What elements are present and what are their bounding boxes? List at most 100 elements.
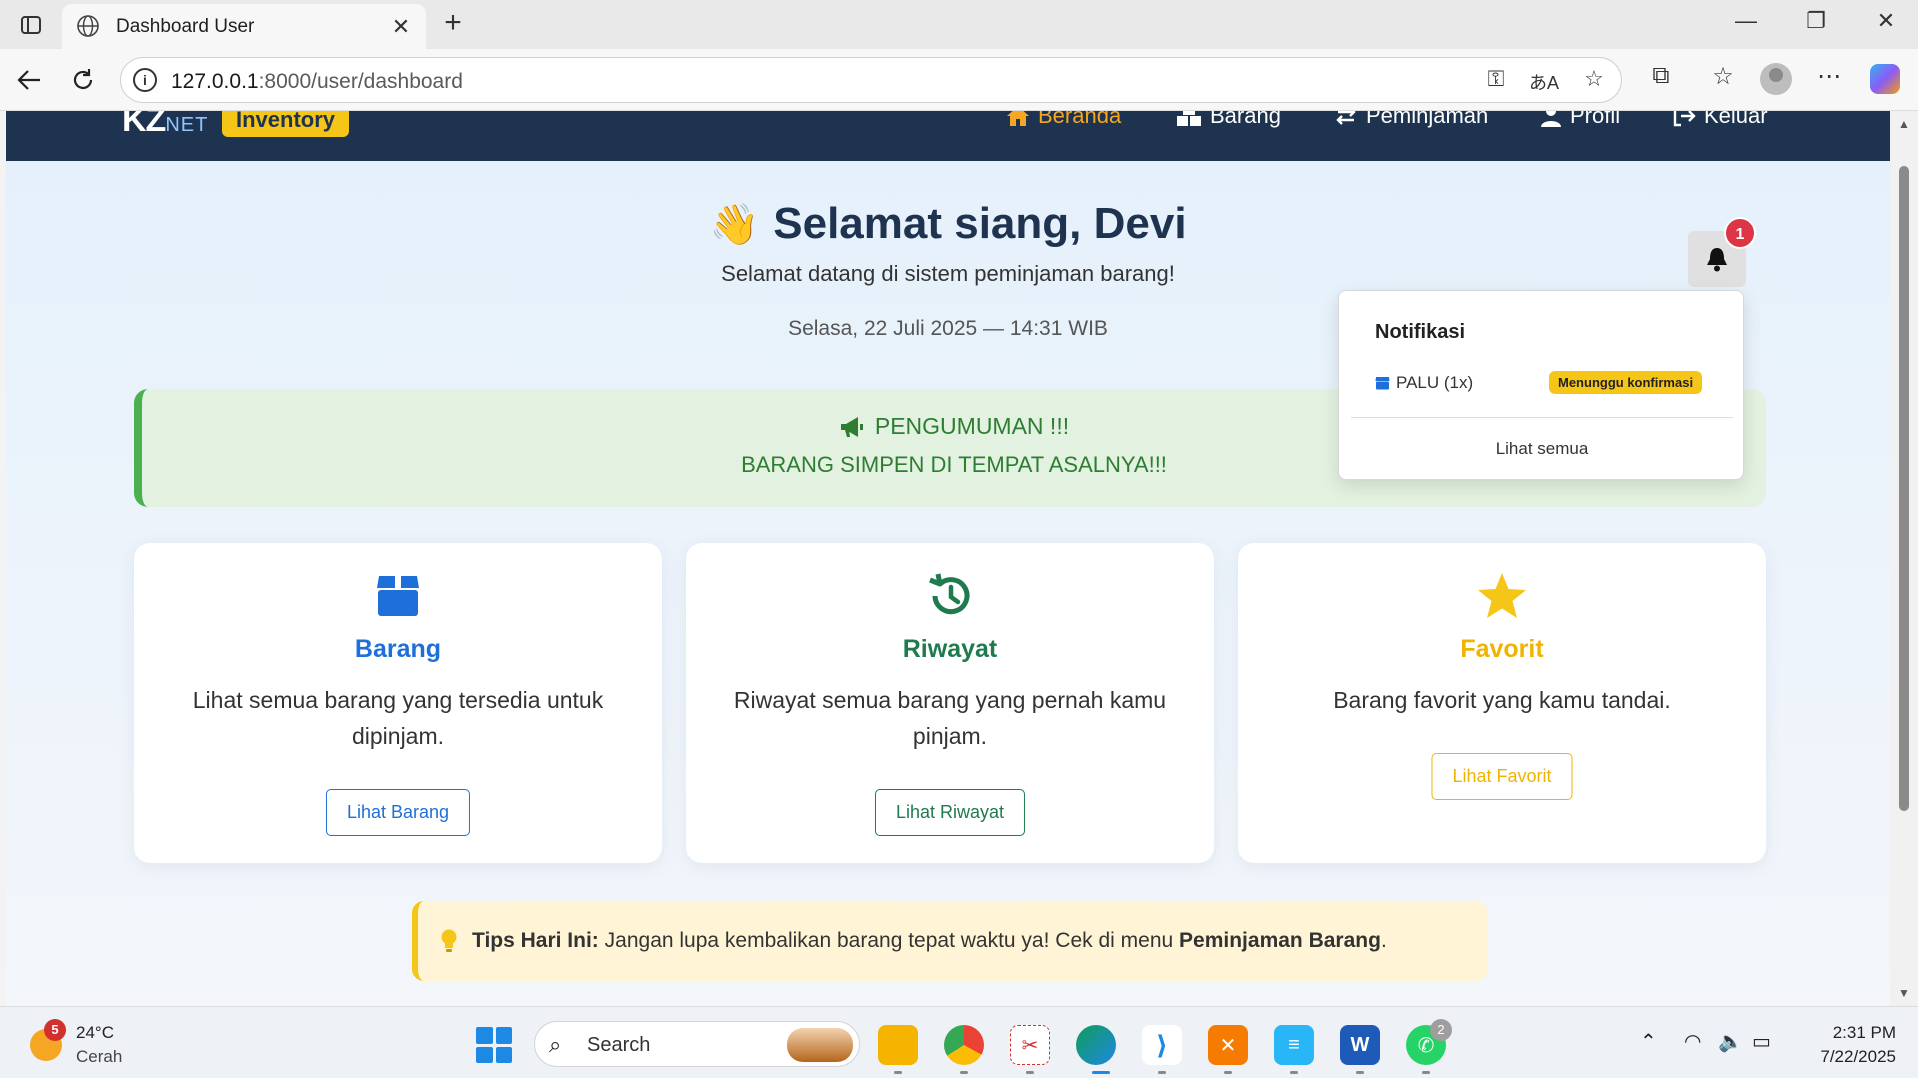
app-running-indicator bbox=[1026, 1071, 1034, 1074]
vscode-icon[interactable]: ⟩ bbox=[1142, 1025, 1182, 1065]
wifi-icon[interactable]: ◠ bbox=[1684, 1029, 1701, 1054]
nav-barang[interactable]: Barang bbox=[1176, 111, 1281, 129]
greeting-title: 👋 Selamat siang, Devi bbox=[709, 199, 1187, 248]
brand-badge: Inventory bbox=[222, 111, 350, 137]
nav-keluar[interactable]: Keluar bbox=[1672, 111, 1768, 129]
weather-badge: 5 bbox=[44, 1019, 66, 1041]
address-bar[interactable]: i 127.0.0.1:8000/user/dashboard ⚿ あA ☆ bbox=[120, 57, 1622, 103]
app-running-indicator bbox=[960, 1071, 968, 1074]
notification-dropdown: Notifikasi PALU (1x) Menunggu konfirmasi… bbox=[1338, 290, 1744, 480]
nav-peminjaman[interactable]: Peminjaman bbox=[1334, 111, 1488, 129]
minimize-button[interactable]: — bbox=[1726, 8, 1766, 34]
tips-menu-link: Peminjaman Barang bbox=[1179, 929, 1381, 952]
windows-taskbar: 5 24°C Cerah ⌕ Search ✂ ⟩ ✕ ≡ W ✆ 2 ⌃ ◠ … bbox=[0, 1006, 1918, 1078]
tips-banner: Tips Hari Ini: Jangan lupa kembalikan ba… bbox=[412, 901, 1488, 981]
nav-profil[interactable]: Profil bbox=[1540, 111, 1620, 129]
status-badge: Menunggu konfirmasi bbox=[1549, 371, 1703, 394]
restore-button[interactable]: ❐ bbox=[1796, 8, 1836, 34]
url-text: 127.0.0.1:8000/user/dashboard bbox=[171, 70, 463, 93]
back-button[interactable] bbox=[12, 63, 46, 97]
app-running-indicator bbox=[1356, 1071, 1364, 1074]
site-logo[interactable]: KZNET bbox=[122, 111, 208, 140]
show-hidden-icons-chevron-icon[interactable]: ⌃ bbox=[1640, 1029, 1657, 1054]
see-all-notifications-link[interactable]: Lihat semua bbox=[1339, 439, 1745, 459]
notepad-icon[interactable]: ≡ bbox=[1274, 1025, 1314, 1065]
start-button[interactable] bbox=[476, 1027, 512, 1063]
boxes-icon bbox=[1177, 111, 1201, 126]
profile-avatar[interactable] bbox=[1760, 63, 1792, 95]
logout-icon bbox=[1673, 111, 1696, 127]
home-icon bbox=[1007, 111, 1029, 126]
weather-temperature[interactable]: 24°C bbox=[76, 1023, 114, 1043]
extensions-icon[interactable]: ⧉ bbox=[1644, 62, 1678, 90]
user-icon bbox=[1541, 111, 1561, 127]
copilot-icon[interactable] bbox=[1870, 64, 1900, 94]
notification-item[interactable]: PALU (1x) bbox=[1375, 373, 1473, 393]
site-navbar: KZNET Inventory Beranda Barang Peminjama… bbox=[6, 111, 1890, 161]
app-running-indicator bbox=[894, 1071, 902, 1074]
scrollbar-thumb[interactable] bbox=[1899, 166, 1909, 811]
notification-title: Notifikasi bbox=[1375, 321, 1466, 343]
tab-title: Dashboard User bbox=[116, 16, 255, 37]
file-explorer-icon[interactable] bbox=[878, 1025, 918, 1065]
greeting-subtitle: Selamat datang di sistem peminjaman bara… bbox=[721, 261, 1175, 286]
waving-hand-icon: 👋 bbox=[709, 202, 760, 247]
page-viewport: KZNET Inventory Beranda Barang Peminjama… bbox=[6, 111, 1890, 1006]
weather-description[interactable]: Cerah bbox=[76, 1047, 122, 1067]
tab-close-icon[interactable]: ✕ bbox=[388, 14, 414, 40]
scroll-down-arrow[interactable]: ▼ bbox=[1898, 986, 1910, 1000]
key-icon[interactable]: ⚿ bbox=[1481, 66, 1511, 92]
whatsapp-badge: 2 bbox=[1430, 1019, 1452, 1041]
window-close-button[interactable]: ✕ bbox=[1866, 8, 1906, 34]
bell-icon bbox=[1707, 248, 1727, 272]
app-running-indicator bbox=[1224, 1071, 1232, 1074]
notification-count-badge: 1 bbox=[1724, 217, 1756, 249]
app-running-indicator bbox=[1422, 1071, 1430, 1074]
history-icon bbox=[686, 569, 1214, 623]
translate-icon[interactable]: あA bbox=[1529, 69, 1559, 95]
favorites-icon[interactable]: ☆ bbox=[1706, 62, 1740, 91]
page-scrollbar[interactable]: ▲ ▼ bbox=[1890, 111, 1918, 1006]
globe-icon bbox=[77, 15, 99, 37]
new-tab-button[interactable]: + bbox=[436, 8, 470, 38]
card-title: Riwayat bbox=[902, 635, 998, 663]
refresh-button[interactable] bbox=[66, 63, 100, 97]
search-highlight-image bbox=[787, 1028, 853, 1062]
battery-icon[interactable]: ▭ bbox=[1752, 1029, 1771, 1054]
edge-icon[interactable] bbox=[1076, 1025, 1116, 1065]
xampp-icon[interactable]: ✕ bbox=[1208, 1025, 1248, 1065]
box-icon bbox=[1375, 377, 1390, 390]
browser-toolbar: i 127.0.0.1:8000/user/dashboard ⚿ あA ☆ bbox=[0, 49, 1918, 111]
scroll-up-arrow[interactable]: ▲ bbox=[1898, 117, 1910, 131]
exchange-icon bbox=[1336, 111, 1356, 125]
site-info-icon[interactable]: i bbox=[133, 68, 157, 92]
more-menu-icon[interactable]: ⋯ bbox=[1812, 62, 1846, 91]
nav-beranda[interactable]: Beranda bbox=[1006, 111, 1121, 129]
volume-icon[interactable]: 🔈 bbox=[1718, 1029, 1743, 1054]
megaphone-icon bbox=[840, 416, 863, 437]
snipping-tool-icon[interactable]: ✂ bbox=[1010, 1025, 1050, 1065]
star-icon bbox=[1238, 569, 1766, 623]
browser-tabbar: Dashboard User ✕ + — ❐ ✕ bbox=[0, 0, 1918, 49]
card-description: Lihat semua barang yang tersedia untuk d… bbox=[192, 687, 604, 749]
card-title: Barang bbox=[354, 635, 442, 663]
card-description: Riwayat semua barang yang pernah kamu pi… bbox=[733, 687, 1167, 749]
lightbulb-icon bbox=[441, 929, 457, 952]
box-icon bbox=[134, 569, 662, 623]
lihat-favorit-button[interactable]: Lihat Favorit bbox=[1431, 753, 1573, 800]
tab-actions-icon[interactable] bbox=[16, 10, 46, 40]
lihat-riwayat-button[interactable]: Lihat Riwayat bbox=[874, 789, 1026, 836]
word-icon[interactable]: W bbox=[1340, 1025, 1380, 1065]
app-running-indicator bbox=[1290, 1071, 1298, 1074]
card-favorit: Favorit Barang favorit yang kamu tandai.… bbox=[1238, 543, 1766, 863]
divider bbox=[1351, 417, 1733, 418]
card-riwayat: Riwayat Riwayat semua barang yang pernah… bbox=[686, 543, 1214, 863]
card-barang: Barang Lihat semua barang yang tersedia … bbox=[134, 543, 662, 863]
favorite-star-icon[interactable]: ☆ bbox=[1579, 66, 1609, 92]
tips-text: Tips Hari Ini: Jangan lupa kembalikan ba… bbox=[472, 929, 1387, 952]
chrome-icon[interactable] bbox=[944, 1025, 984, 1065]
browser-tab-active[interactable]: Dashboard User ✕ bbox=[62, 4, 426, 49]
taskbar-search[interactable]: ⌕ Search bbox=[534, 1021, 860, 1067]
lihat-barang-button[interactable]: Lihat Barang bbox=[325, 789, 471, 836]
taskbar-clock[interactable]: 2:31 PM 7/22/2025 bbox=[1820, 1021, 1896, 1069]
